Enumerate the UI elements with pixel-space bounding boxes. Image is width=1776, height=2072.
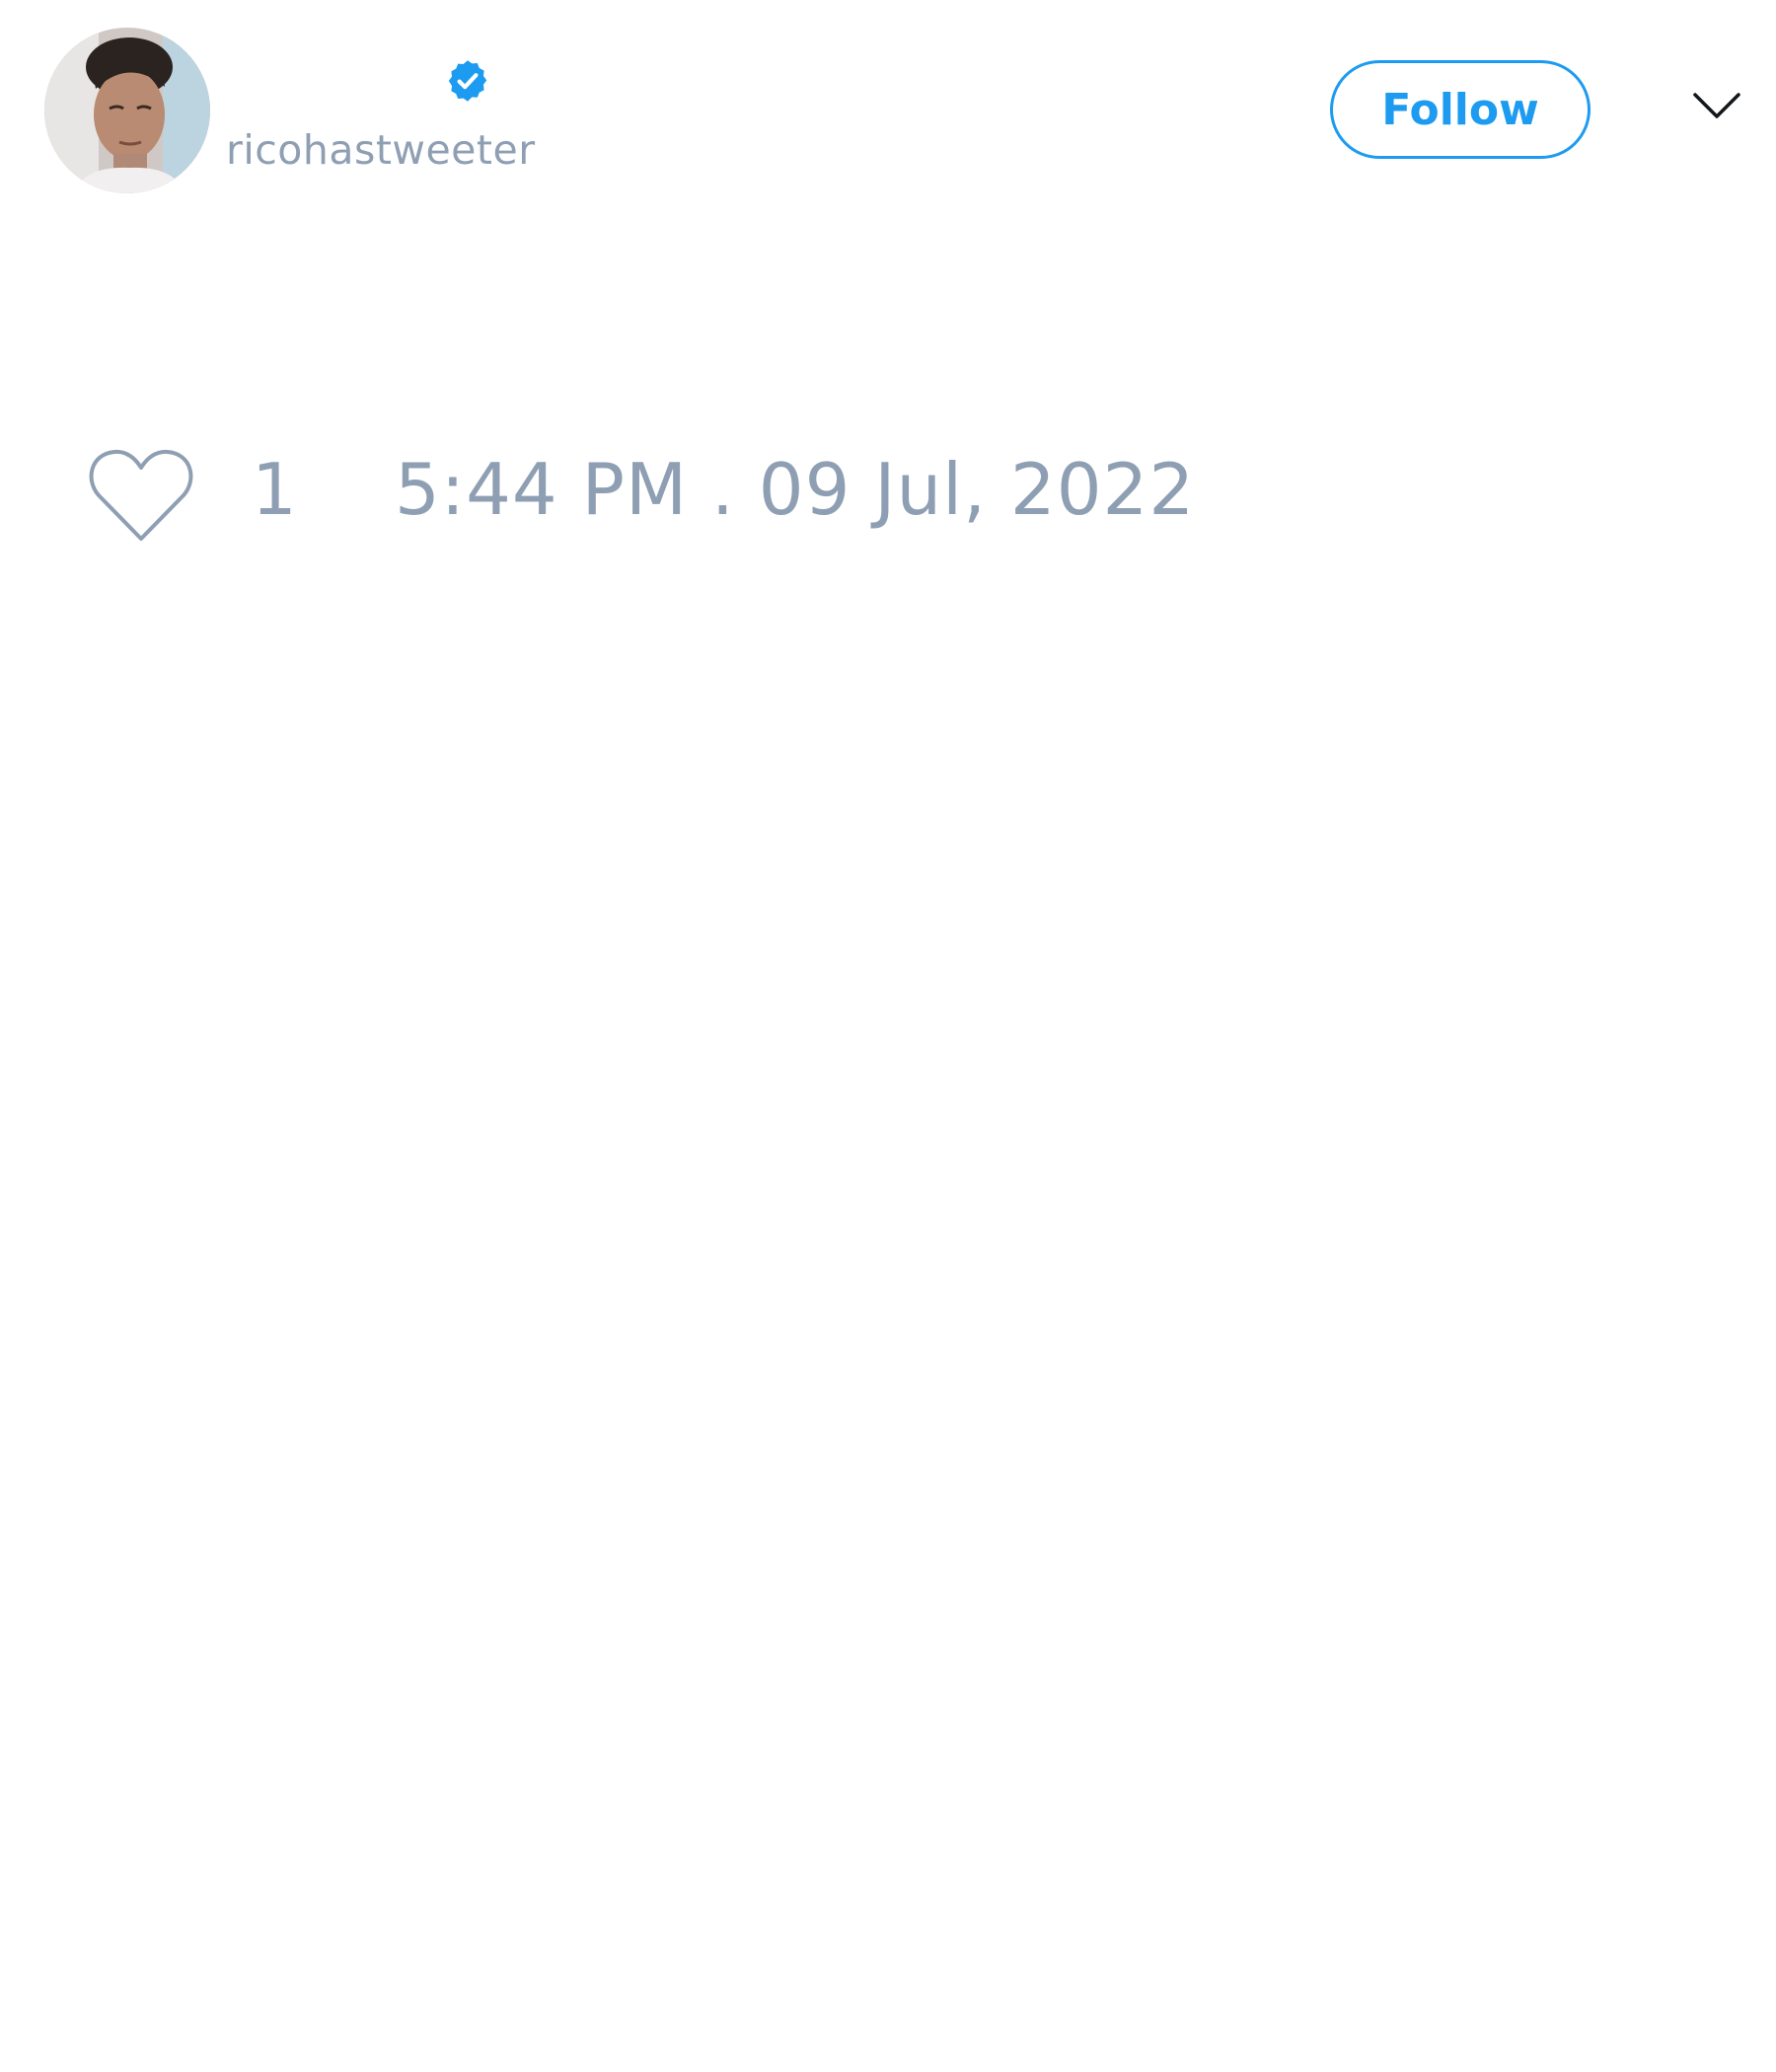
tweet-timestamp[interactable]: 5:44 PM . 09 Jul, 2022	[395, 454, 1195, 525]
avatar-image	[44, 28, 210, 193]
chevron-down-icon[interactable]	[1692, 91, 1741, 122]
engagement-row: 1 5:44 PM . 09 Jul, 2022	[0, 434, 1776, 553]
avatar[interactable]	[44, 28, 210, 193]
verified-badge-icon	[448, 60, 487, 102]
follow-button[interactable]: Follow	[1330, 60, 1591, 159]
tweet-header: ricohastweeter Follow	[0, 0, 1776, 227]
heart-outline-icon[interactable]	[87, 446, 195, 545]
user-handle[interactable]: ricohastweeter	[226, 126, 536, 174]
like-count: 1	[252, 448, 297, 531]
